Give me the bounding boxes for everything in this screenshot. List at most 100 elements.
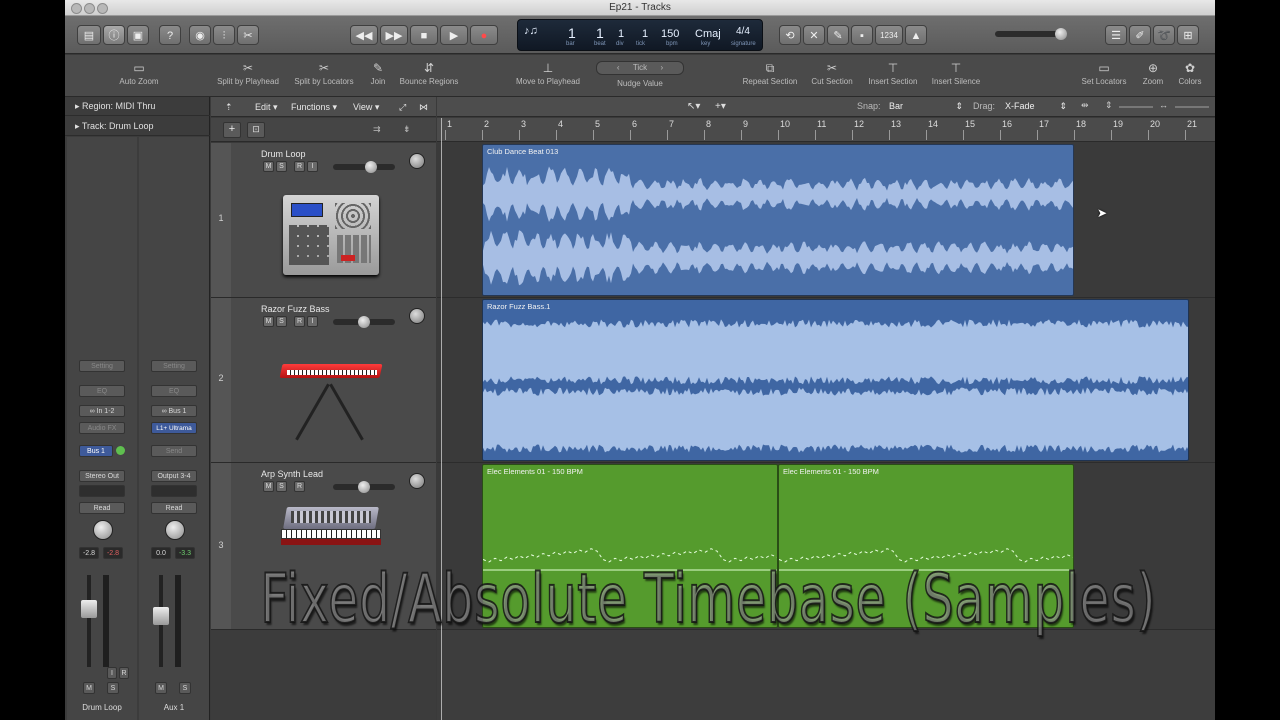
zoom-slider[interactable]: [1119, 106, 1153, 108]
pan-knob[interactable]: [409, 473, 425, 489]
mute-button[interactable]: M: [83, 682, 95, 694]
solo-button[interactable]: S: [276, 481, 287, 492]
send-slot[interactable]: Send: [151, 445, 197, 457]
replace-button[interactable]: ✕: [803, 25, 825, 45]
stop-button[interactable]: ■: [410, 25, 438, 45]
pan-knob[interactable]: [93, 520, 113, 540]
collapse-icon[interactable]: ⇟: [403, 124, 411, 135]
pointer-tool-icon[interactable]: ↖▾: [687, 101, 700, 112]
track-name[interactable]: Razor Fuzz Bass: [261, 304, 330, 314]
toolbar-colors[interactable]: ✿ Colors: [1173, 61, 1207, 86]
back-arrow-icon[interactable]: ⇡: [225, 100, 233, 114]
inspector-track-row[interactable]: ▸ Track: Drum Loop: [65, 117, 210, 136]
track-name[interactable]: Drum Loop: [261, 149, 306, 159]
send-level-knob[interactable]: [116, 446, 125, 455]
record-enable-button[interactable]: R: [119, 667, 129, 679]
solo-button[interactable]: S: [276, 161, 287, 172]
input-slot[interactable]: ∞ In 1-2: [79, 405, 125, 417]
track-volume-slider[interactable]: [333, 316, 395, 328]
list-editors-button[interactable]: ☰: [1105, 25, 1127, 45]
solo-button[interactable]: S: [179, 682, 191, 694]
volume-knob[interactable]: [365, 161, 377, 173]
view-menu[interactable]: View ▾: [353, 100, 379, 114]
input-monitor-button[interactable]: I: [307, 316, 318, 327]
playhead[interactable]: [441, 118, 442, 720]
solo-button[interactable]: S: [107, 682, 119, 694]
notepad-button[interactable]: ✐: [1129, 25, 1151, 45]
toolbar-zoom[interactable]: ⊕ Zoom: [1138, 61, 1168, 86]
toolbar-insert-silence[interactable]: ⊤ Insert Silence: [927, 61, 985, 86]
forward-button[interactable]: ▶▶: [380, 25, 408, 45]
toolbar-auto-zoom[interactable]: ▭ Auto Zoom: [115, 61, 163, 86]
quick-help-button[interactable]: ?: [159, 25, 181, 45]
lcd-signature[interactable]: 4/4: [736, 26, 750, 37]
toolbar-repeat-section[interactable]: ⧉ Repeat Section: [737, 61, 803, 86]
inspector-button[interactable]: ⓘ: [103, 25, 125, 45]
lcd-key[interactable]: Cmaj: [695, 28, 721, 40]
send-slot[interactable]: Bus 1: [79, 445, 113, 457]
toolbar-insert-section[interactable]: ⊤ Insert Section: [863, 61, 923, 86]
inspector-region-row[interactable]: ▸ Region: MIDI Thru: [65, 97, 210, 116]
output-slot[interactable]: Output 3-4: [151, 470, 197, 482]
audio-fx-slot[interactable]: L1+ Ultrama: [151, 422, 197, 434]
track-volume-slider[interactable]: [333, 481, 395, 493]
pan-knob[interactable]: [409, 153, 425, 169]
mute-button[interactable]: M: [263, 481, 274, 492]
folder-button[interactable]: ⊡: [247, 122, 265, 138]
group-slot[interactable]: [79, 485, 125, 497]
cycle-button[interactable]: ⟲: [779, 25, 801, 45]
toolbar-nudge-value[interactable]: ‹ Tick › Nudge Value: [593, 61, 687, 88]
mute-button[interactable]: M: [263, 161, 274, 172]
metronome-button[interactable]: ▲: [905, 25, 927, 45]
region[interactable]: Elec Elements 01 - 150 BPM: [778, 464, 1074, 628]
setting-button[interactable]: Setting: [151, 360, 197, 372]
record-button[interactable]: ●: [470, 25, 498, 45]
mixer-button[interactable]: ⫶: [213, 25, 235, 45]
lcd-display[interactable]: ♪♫ 1 bar 1 beat 1 div 1 tick 150 bpm Cma…: [517, 19, 763, 51]
editors-button[interactable]: ✂: [237, 25, 259, 45]
toolbar-join[interactable]: ✎ Join: [362, 61, 394, 86]
output-slot[interactable]: Stereo Out: [79, 470, 125, 482]
region[interactable]: Razor Fuzz Bass.1: [482, 299, 1189, 461]
track-header-drum-loop[interactable]: 1 Drum Loop M S R I: [211, 143, 436, 298]
group-icon[interactable]: ⇉: [373, 124, 381, 135]
toolbar-set-locators[interactable]: ▭ Set Locators: [1077, 61, 1131, 86]
bar-ruler[interactable]: 1 2 3 4 5 6 7 8 9 10 11 12 13 14 15 16 17 18 19 20 21: [437, 118, 1215, 142]
master-volume-knob[interactable]: [1055, 28, 1067, 40]
rewind-button[interactable]: ◀◀: [350, 25, 378, 45]
pan-knob[interactable]: [409, 308, 425, 324]
zoom-slider-2[interactable]: [1175, 106, 1209, 108]
toolbar-split-playhead[interactable]: ✂ Split by Playhead: [213, 61, 283, 86]
toolbar-button[interactable]: ▣: [127, 25, 149, 45]
fader-cap[interactable]: [153, 607, 169, 625]
drag-select[interactable]: X-Fade ⇕: [1005, 100, 1069, 113]
input-monitor-button[interactable]: I: [107, 667, 117, 679]
setting-button[interactable]: Setting: [79, 360, 125, 372]
record-enable-button[interactable]: R: [294, 161, 305, 172]
eq-button[interactable]: EQ: [151, 385, 197, 397]
add-track-button[interactable]: +: [223, 122, 241, 138]
audio-fx-slot[interactable]: Audio FX: [79, 422, 125, 434]
mute-button[interactable]: M: [155, 682, 167, 694]
region[interactable]: Club Dance Beat 013: [482, 144, 1074, 296]
solo-button[interactable]: S: [276, 316, 287, 327]
track-header-razor-fuzz-bass[interactable]: 2 Razor Fuzz Bass M S R I: [211, 298, 436, 463]
flex-icon[interactable]: ⋈: [419, 100, 428, 114]
loop-browser-button[interactable]: ➰: [1153, 25, 1175, 45]
volume-knob[interactable]: [358, 481, 370, 493]
vertical-zoom-icon[interactable]: ⇕: [1105, 100, 1113, 111]
volume-knob[interactable]: [358, 316, 370, 328]
catch-icon[interactable]: ⤢: [399, 100, 406, 114]
automation-mode[interactable]: Read: [151, 502, 197, 514]
automation-mode[interactable]: Read: [79, 502, 125, 514]
pencil-tool-icon[interactable]: +▾: [715, 101, 726, 112]
toolbar-split-locators[interactable]: ✂ Split by Locators: [290, 61, 358, 86]
region[interactable]: Elec Elements 01 - 150 BPM: [482, 464, 778, 628]
track-name[interactable]: Arp Synth Lead: [261, 469, 323, 479]
smart-controls-button[interactable]: ◉: [189, 25, 211, 45]
tracks-area[interactable]: Club Dance Beat 013 Razor Fuzz Bass.1 Elec…: [437, 143, 1215, 720]
toolbar-bounce-regions[interactable]: ⇵ Bounce Regions: [397, 61, 461, 86]
group-slot[interactable]: [151, 485, 197, 497]
horizontal-zoom-icon-2[interactable]: ↔: [1159, 100, 1168, 110]
tuner-button[interactable]: ✎: [827, 25, 849, 45]
